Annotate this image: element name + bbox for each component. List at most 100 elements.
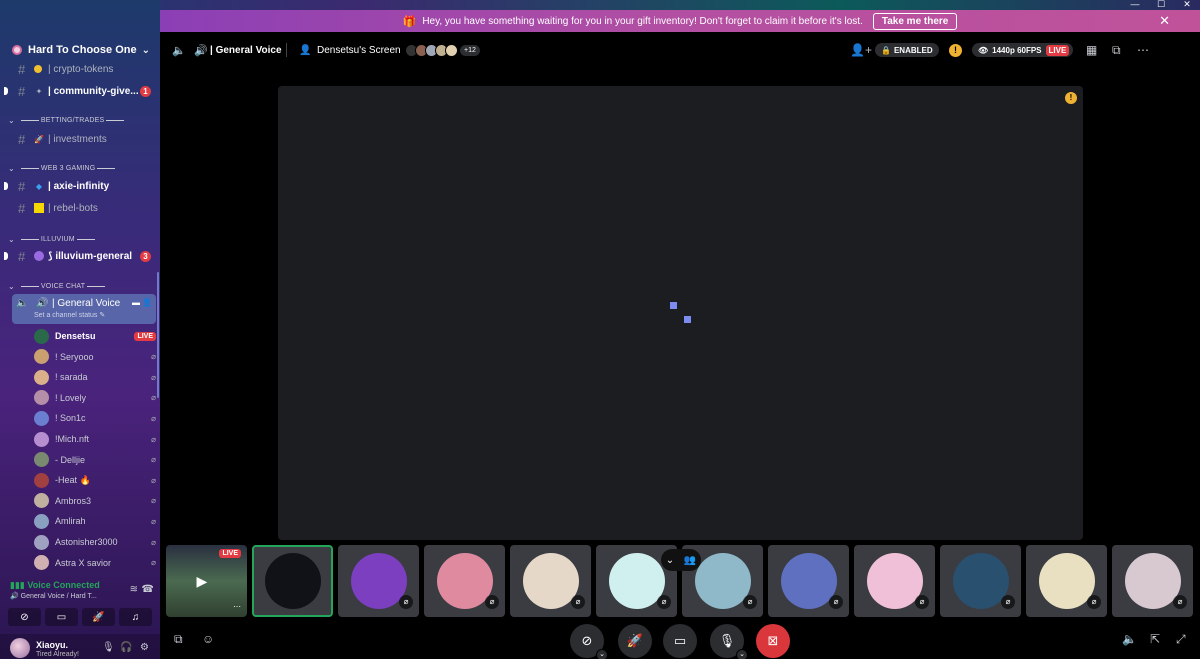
category-web3-gaming[interactable]: ⌄ WEB 3 GAMING [8,164,117,173]
channel-axie-infinity[interactable]: # ◆ | axie-infinity [0,176,160,196]
user-status: Tired Already! [36,651,79,658]
participant-tile[interactable]: ⌀ [510,545,591,617]
voice-member[interactable]: ! Son1c ⌀ [34,409,156,427]
stream-viewport[interactable]: ! [278,86,1083,540]
avatar[interactable] [34,472,49,488]
voice-member[interactable]: ! Lovely ⌀ [34,389,156,407]
maximize-icon[interactable]: ☐ [1148,0,1174,10]
title-bar [0,0,1200,10]
voice-member[interactable]: !Mich.nft ⌀ [34,430,156,448]
activity-rocket-icon[interactable]: 🚀 [82,608,115,626]
activities-button[interactable]: 🚀 [618,624,652,658]
avatar[interactable] [34,390,49,406]
more-options-icon[interactable]: ⋯ [233,602,241,611]
category-betting-trades[interactable]: ⌄ BETTING/TRADES [8,116,126,125]
enabled-badge[interactable]: 🔒 ENABLED [875,43,939,57]
muted-icon: ⌀ [399,595,413,609]
participant-tile[interactable]: ⌀ [768,545,849,617]
close-window-icon[interactable]: ✕ [1174,0,1200,10]
participant-tile[interactable]: ⌀ [940,545,1021,617]
grid-layout-icon[interactable]: ▦ [1086,43,1097,57]
popout-icon[interactable]: ⇱ [1150,632,1160,646]
voice-member[interactable]: ! sarada ⌀ [34,368,156,386]
avatar[interactable] [34,555,49,571]
channel-investments[interactable]: # 🚀 | investments [0,129,160,149]
muted-icon: ⌀ [151,372,156,382]
more-options-icon[interactable]: ⋯ [1137,43,1149,57]
chat-icon[interactable]: ▬ [132,298,140,307]
participants-icon[interactable]: 👥 [684,555,696,566]
stop-stream-button[interactable]: ⊠ [756,624,790,658]
channel-community-giveaways[interactable]: # ✦ | community-give... 1 [0,81,160,101]
viewer-avatars[interactable] [405,43,458,57]
chevron-up-icon[interactable]: ⌄ [736,649,748,659]
channel-status[interactable]: Set a channel status ✎ [34,311,105,319]
headphones-icon[interactable]: 🎧 [120,642,132,653]
avatar[interactable] [34,513,49,529]
participant-tile[interactable] [252,545,333,617]
avatar[interactable] [34,493,49,509]
invite-icon[interactable]: 👤 [142,298,152,307]
category-illuvium[interactable]: ⌄ ILLUVIUM [8,235,97,244]
channel-crypto-tokens[interactable]: # | crypto-tokens [0,59,160,79]
voice-member[interactable]: Astonisher3000 ⌀ [34,533,156,551]
volume-icon[interactable]: 🔈 [1122,632,1137,646]
voice-member[interactable]: -Heat 🔥 ⌀ [34,471,156,489]
camera-off-icon[interactable]: ⊘ [8,608,41,626]
voice-connected-status[interactable]: ▮▮▮ Voice Connected [10,580,100,591]
camera-toggle-button[interactable]: ⊘ ⌄ [570,624,608,659]
avatar[interactable] [34,349,49,365]
add-user-icon[interactable]: 👤+ [850,43,872,57]
participant-tile[interactable]: ⌀ [854,545,935,617]
popout-icon[interactable]: ⧉ [1112,43,1121,58]
microphone-muted-icon[interactable]: 🎙 [102,642,115,653]
more-viewers-count[interactable]: +12 [460,44,480,56]
voice-member[interactable]: - Delljie ⌀ [34,451,156,469]
participant-tile[interactable]: ⌀ [1112,545,1193,617]
warning-icon[interactable]: ! [949,43,962,57]
gear-icon[interactable]: ⚙ [140,642,149,653]
avatar[interactable] [10,638,30,658]
voice-member[interactable]: Ambros3 ⌀ [34,492,156,510]
stream-quality-badge[interactable]: 👁 1440p 60FPS LIVE [972,43,1074,57]
channel-illuvium-general[interactable]: # ⟆ illuvium-general 3 [0,246,160,266]
microphone-button[interactable]: 🎙 ⌄ [710,624,748,659]
participant-tile[interactable]: ⌀ [1026,545,1107,617]
voice-channel-general[interactable]: 🔈 🔊 | General Voice Set a channel status… [12,294,156,324]
chevron-up-icon[interactable]: ⌄ [596,649,608,659]
emoji-icon[interactable]: ☺ [202,632,214,646]
avatar[interactable] [34,369,49,385]
soundboard-icon[interactable]: ♫ [119,608,152,626]
screen-share-icon[interactable]: ▭ [45,608,78,626]
chevron-down-icon[interactable]: ⌄ [666,555,674,566]
channel-rebel-bots[interactable]: # | rebel-bots [0,198,160,218]
minimize-icon[interactable]: — [1122,0,1148,10]
voice-member[interactable]: Astra X savior ⌀ [34,554,156,572]
voice-header: 🔈 🔊 | General Voice 👤 Densetsu's Screen … [160,36,1200,64]
microphone-muted-icon: 🎙 [718,633,736,648]
warning-icon[interactable]: ! [1065,92,1077,104]
fullscreen-icon[interactable]: ⤢ [1176,632,1186,647]
noise-suppression-icon[interactable]: ≋ [130,584,138,595]
participant-tile[interactable]: ⌀ [424,545,505,617]
avatar[interactable] [34,410,49,426]
voice-member[interactable]: ! Seryooo ⌀ [34,348,156,366]
take-me-there-button[interactable]: Take me there [872,12,958,30]
avatar[interactable] [34,431,49,447]
loading-spinner [670,302,677,309]
picture-in-picture-icon[interactable]: ⧉ [174,632,183,647]
share-screen-button[interactable]: ▭ [663,624,697,658]
avatar[interactable] [34,452,49,468]
avatar[interactable] [34,534,49,550]
voice-member[interactable]: Densetsu LIVE [34,327,156,345]
stream-tile[interactable]: ▶ LIVE ⋯ [166,545,247,617]
tile-options[interactable]: ⌄ 👥 [661,549,701,571]
close-icon[interactable]: ✕ [1159,13,1170,29]
disconnect-icon[interactable]: ☎ [142,584,154,595]
category-voice-chat[interactable]: ⌄ VOICE CHAT [8,282,107,291]
participant-tile[interactable]: ⌀ [338,545,419,617]
sidebar-scrollbar[interactable] [157,272,159,398]
avatar[interactable] [34,328,49,344]
live-badge: LIVE [1045,44,1070,56]
voice-member[interactable]: Amlirah ⌀ [34,512,156,530]
